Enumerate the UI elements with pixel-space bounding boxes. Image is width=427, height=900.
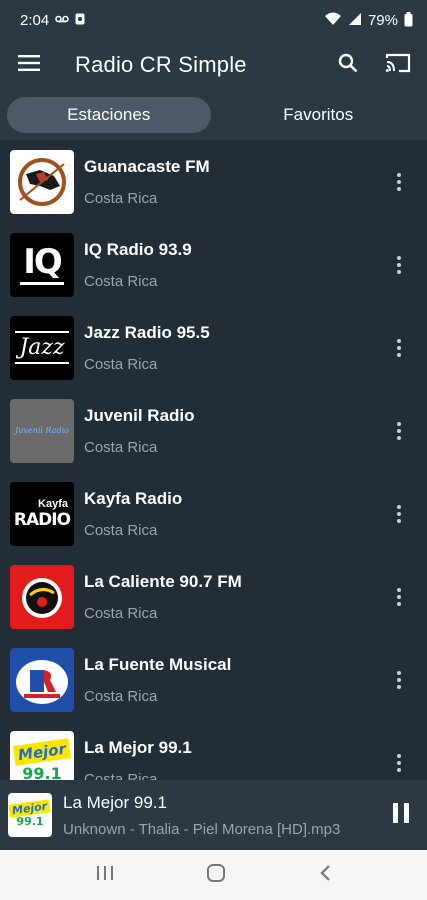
signal-icon [348,12,362,28]
station-name: La Mejor 99.1 [84,737,192,757]
back-button[interactable] [319,864,331,887]
station-item[interactable]: Kayfa RADIO Kayfa Radio Costa Rica [0,472,427,555]
app-title: Radio CR Simple [75,52,247,77]
player-track-title: Unknown - Thalia - Piel Morena [HD].mp3 [63,820,341,838]
station-location: Costa Rica [84,687,158,705]
more-options-button[interactable] [379,162,419,202]
search-button[interactable] [323,40,373,90]
player-station-logo: Mejor 99.1 [8,793,52,837]
station-location: Costa Rica [84,770,158,781]
station-item[interactable]: La Caliente 90.7 FM Costa Rica [0,555,427,638]
station-item[interactable]: La Fuente Musical Costa Rica [0,638,427,721]
station-name: Guanacaste FM [84,156,210,176]
menu-button[interactable] [0,40,58,90]
battery-percent: 79% [367,11,398,29]
tab-favoritos[interactable]: Favoritos [217,97,421,133]
station-name: Juvenil Radio [84,405,195,425]
system-nav-bar [0,850,427,900]
station-location: Costa Rica [84,272,158,290]
station-item[interactable]: Juvenil Radio Juvenil Radio Costa Rica [0,389,427,472]
more-options-button[interactable] [379,660,419,700]
iq-radio-logo: IQ [10,232,74,297]
more-vert-icon [397,504,401,523]
more-vert-icon [397,753,401,772]
mini-player[interactable]: Mejor 99.1 La Mejor 99.1 Unknown - Thali… [0,780,427,850]
guanacaste-fm-logo [10,149,74,214]
station-name: La Caliente 90.7 FM [84,571,242,591]
station-item[interactable]: Jazz Jazz Radio 95.5 Costa Rica [0,306,427,389]
hamburger-icon [18,54,40,76]
back-icon [320,864,330,881]
home-icon [207,863,226,882]
wifi-icon [324,12,342,28]
more-options-button[interactable] [379,328,419,368]
battery-icon [404,11,413,29]
more-vert-icon [397,255,401,274]
app-bar: Radio CR Simple [0,40,427,90]
station-name: Kayfa Radio [84,488,183,508]
recent-apps-button[interactable] [96,865,114,886]
voicemail-icon [55,14,70,26]
cast-icon [385,53,411,78]
station-name: La Fuente Musical [84,654,232,674]
kayfa-radio-logo: Kayfa RADIO [10,481,74,546]
more-vert-icon [397,172,401,191]
more-options-button[interactable] [379,743,419,781]
station-name: IQ Radio 93.9 [84,239,192,259]
la-mejor-logo: Mejor 99.1 [10,730,74,780]
home-button[interactable] [206,863,226,888]
station-name: Jazz Radio 95.5 [84,322,210,342]
more-vert-icon [397,338,401,357]
station-item[interactable]: IQ IQ Radio 93.9 Costa Rica [0,223,427,306]
more-vert-icon [397,670,401,689]
notification-icon [75,13,85,27]
more-options-button[interactable] [379,494,419,534]
station-location: Costa Rica [84,521,158,539]
search-icon [338,53,358,78]
juvenil-radio-logo: Juvenil Radio [10,398,74,463]
pause-button[interactable] [381,795,421,835]
station-location: Costa Rica [84,189,158,207]
station-location: Costa Rica [84,355,158,373]
more-options-button[interactable] [379,245,419,285]
station-item[interactable]: Mejor 99.1 La Mejor 99.1 Costa Rica [0,721,427,780]
jazz-radio-logo: Jazz [10,315,74,380]
pause-icon [392,802,410,829]
more-vert-icon [397,421,401,440]
more-options-button[interactable] [379,577,419,617]
status-time: 2:04 [20,11,50,29]
player-station-name: La Mejor 99.1 [63,792,167,812]
tab-bar: Estaciones Favoritos [0,90,427,140]
station-list: Guanacaste FM Costa Rica IQ IQ Radio 93.… [0,140,427,780]
more-vert-icon [397,587,401,606]
la-fuente-musical-logo [10,647,74,712]
station-location: Costa Rica [84,438,158,456]
tab-estaciones[interactable]: Estaciones [7,97,211,133]
more-options-button[interactable] [379,411,419,451]
la-caliente-logo [10,564,74,629]
status-bar: 2:04 79% [0,0,427,40]
station-item[interactable]: Guanacaste FM Costa Rica [0,140,427,223]
recents-icon [97,865,114,880]
station-location: Costa Rica [84,604,158,622]
cast-button[interactable] [373,40,423,90]
